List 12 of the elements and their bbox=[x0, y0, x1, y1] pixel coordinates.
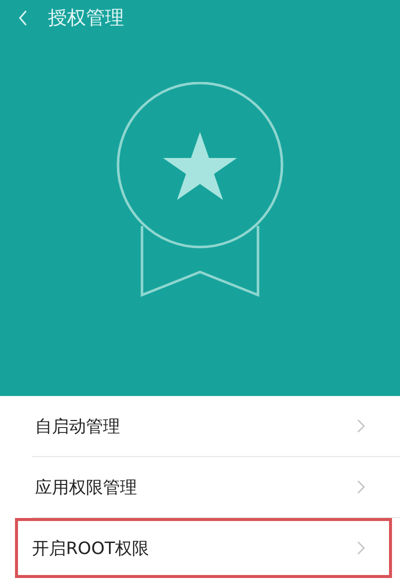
chevron-right-icon bbox=[357, 419, 365, 433]
medal-star-icon bbox=[115, 82, 285, 298]
page-title: 授权管理 bbox=[48, 6, 124, 31]
back-icon[interactable] bbox=[18, 10, 28, 26]
menu-item[interactable]: 应用权限管理 bbox=[0, 457, 392, 517]
menu-label: 开启ROOT权限 bbox=[32, 538, 149, 560]
menu-label: 自启动管理 bbox=[35, 416, 120, 438]
chevron-right-icon bbox=[357, 541, 365, 555]
chevron-right-icon bbox=[357, 480, 365, 494]
menu-item[interactable]: 开启ROOT权限 bbox=[15, 518, 392, 578]
menu-label: 应用权限管理 bbox=[35, 476, 137, 498]
menu-item[interactable]: 自启动管理 bbox=[0, 396, 392, 456]
